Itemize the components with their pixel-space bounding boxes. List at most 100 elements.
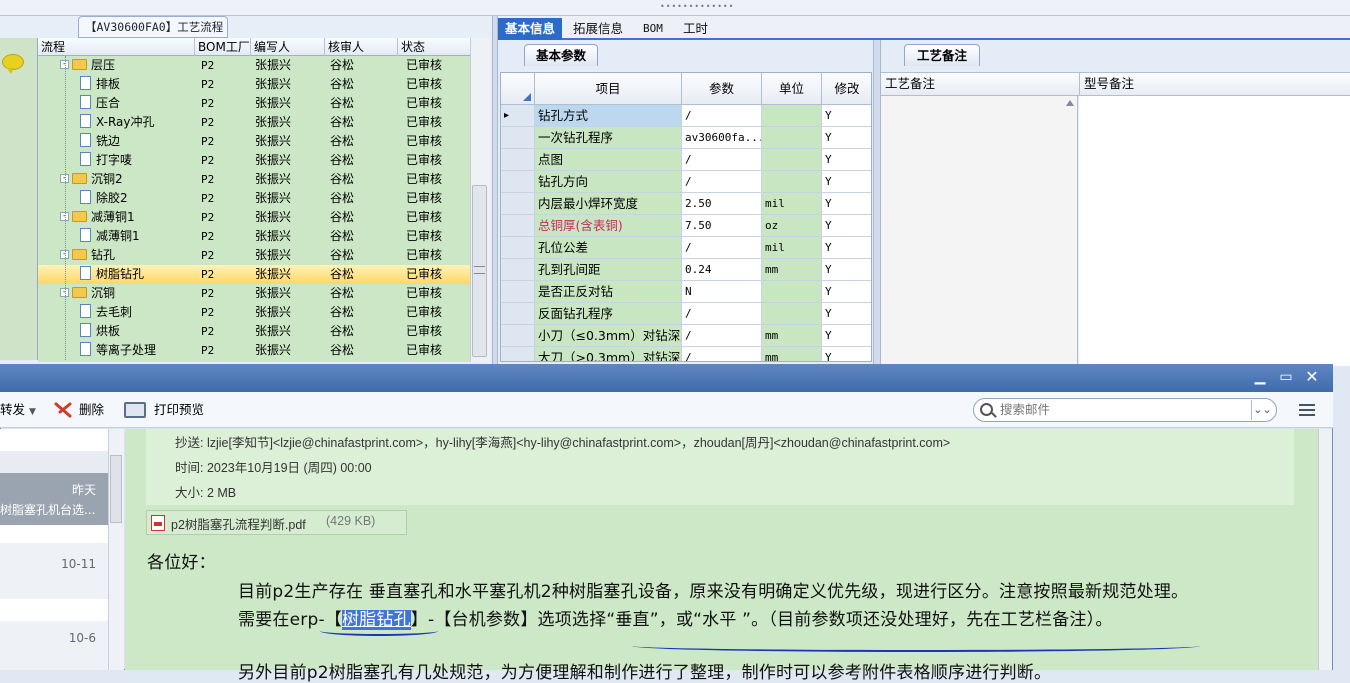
row-header[interactable] xyxy=(501,281,535,303)
mail-search-input[interactable] xyxy=(1000,399,1248,421)
tree-row[interactable]: - 沉铜2 P2 张振兴 谷松 已审核 xyxy=(38,170,470,189)
param-unit-cell[interactable]: mm xyxy=(762,325,822,347)
model-remark-field[interactable] xyxy=(1079,96,1350,366)
col-header-flow[interactable]: 流程 xyxy=(38,38,195,56)
param-value-cell[interactable]: / xyxy=(682,237,762,259)
param-row[interactable]: 总铜厚(含表铜) 7.50 oz Y xyxy=(501,215,871,237)
param-modify-cell[interactable]: Y xyxy=(822,303,871,325)
param-row[interactable]: 孔到孔间距 0.24 mm Y xyxy=(501,259,871,281)
col-header-value[interactable]: 参数 xyxy=(682,73,762,105)
row-header[interactable] xyxy=(501,325,535,347)
maximize-icon[interactable]: ▭ xyxy=(1276,368,1296,386)
tree-node[interactable]: 等离子处理 xyxy=(80,341,156,360)
close-icon[interactable]: ✕ xyxy=(1302,368,1322,386)
tree-row[interactable]: 减薄铜1 P2 张振兴 谷松 已审核 xyxy=(38,227,470,246)
tree-node[interactable]: 减薄铜1 xyxy=(80,227,140,246)
print-icon[interactable] xyxy=(124,402,146,418)
tree-row[interactable]: 除胶2 P2 张振兴 谷松 已审核 xyxy=(38,189,470,208)
param-modify-cell[interactable]: Y xyxy=(822,237,871,259)
tree-node[interactable]: 树脂钻孔 xyxy=(80,265,144,284)
param-row[interactable]: 小刀（≤0.3mm）对钻深度 / mm Y xyxy=(501,325,871,347)
tree-node[interactable]: 除胶2 xyxy=(80,189,128,208)
param-value-cell[interactable]: / xyxy=(682,149,762,171)
tree-row[interactable]: 等离子处理 P2 张振兴 谷松 已审核 xyxy=(38,341,470,360)
tree-row[interactable]: - 钻孔 P2 张振兴 谷松 已审核 xyxy=(38,246,470,265)
param-modify-cell[interactable]: Y xyxy=(822,281,871,303)
param-unit-cell[interactable]: mm xyxy=(762,347,822,361)
tree-node[interactable]: 排板 xyxy=(80,75,120,94)
param-unit-cell[interactable]: mil xyxy=(762,237,822,259)
mail-list-scrollbar-thumb[interactable] xyxy=(110,455,122,523)
param-modify-cell[interactable]: Y xyxy=(822,325,871,347)
search-options-icon[interactable]: ⌄⌄ xyxy=(1251,400,1273,420)
param-unit-cell[interactable]: mil xyxy=(762,193,822,215)
row-header[interactable] xyxy=(501,347,535,361)
tree-node[interactable]: - 层压 xyxy=(60,56,115,75)
param-unit-cell[interactable]: oz xyxy=(762,215,822,237)
tab-basic-info[interactable]: 基本信息 xyxy=(498,18,563,40)
list-item[interactable] xyxy=(0,525,108,543)
col-header-reviewer[interactable]: 核审人 xyxy=(325,38,398,56)
param-modify-cell[interactable]: Y xyxy=(822,105,871,127)
param-row[interactable]: 孔位公差 / mil Y xyxy=(501,237,871,259)
param-modify-cell[interactable]: Y xyxy=(822,127,871,149)
delete-icon[interactable] xyxy=(54,402,72,418)
tree-row[interactable]: - 层压 P2 张振兴 谷松 已审核 xyxy=(38,56,470,75)
param-value-cell[interactable]: / xyxy=(682,303,762,325)
tree-node[interactable]: 烘板 xyxy=(80,322,120,341)
param-row[interactable]: 是否正反对钻 N Y xyxy=(501,281,871,303)
chat-bubble-icon[interactable] xyxy=(2,54,24,74)
col-header-item[interactable]: 项目 xyxy=(535,73,682,105)
col-header-unit[interactable]: 单位 xyxy=(762,73,822,105)
list-item[interactable]: 10-11 xyxy=(0,543,108,599)
row-header[interactable] xyxy=(501,215,535,237)
row-header[interactable] xyxy=(501,259,535,281)
param-modify-cell[interactable]: Y xyxy=(822,193,871,215)
tab-craft-remarks[interactable]: 工艺备注 xyxy=(904,44,980,66)
tree-row[interactable]: - 沉铜 P2 张振兴 谷松 已审核 xyxy=(38,284,470,303)
tree-node[interactable]: X-Ray冲孔 xyxy=(80,113,154,132)
tree-row[interactable]: 排板 P2 张振兴 谷松 已审核 xyxy=(38,75,470,94)
list-item[interactable]: 10-6 xyxy=(0,621,108,670)
param-modify-cell[interactable]: Y xyxy=(822,259,871,281)
param-unit-cell[interactable]: mm xyxy=(762,259,822,281)
tree-node[interactable]: 压合 xyxy=(80,94,120,113)
email-titlebar[interactable] xyxy=(0,364,1333,392)
craft-remark-field[interactable] xyxy=(881,96,1078,366)
tree-node[interactable]: 铣边 xyxy=(80,132,120,151)
param-value-cell[interactable]: / xyxy=(682,105,762,127)
param-unit-cell[interactable] xyxy=(762,281,822,303)
param-row[interactable]: ▸ 钻孔方式 / Y xyxy=(501,105,871,127)
mail-item-selected[interactable]: 昨天 树脂塞孔机台选... xyxy=(0,473,108,525)
forward-button[interactable]: 转发 ▼ xyxy=(0,392,36,428)
param-modify-cell[interactable]: Y xyxy=(822,347,871,361)
minimize-icon[interactable]: ▁ xyxy=(1250,368,1270,386)
row-header[interactable] xyxy=(501,303,535,325)
param-value-cell[interactable]: / xyxy=(682,347,762,361)
tree-row[interactable]: 打字唛 P2 张振兴 谷松 已审核 xyxy=(38,151,470,170)
param-unit-cell[interactable] xyxy=(762,303,822,325)
param-modify-cell[interactable]: Y xyxy=(822,215,871,237)
grid-corner[interactable] xyxy=(501,73,535,105)
tab-bom[interactable]: BOM xyxy=(636,18,670,40)
param-value-cell[interactable]: / xyxy=(682,325,762,347)
row-header[interactable] xyxy=(501,149,535,171)
list-item[interactable] xyxy=(0,429,108,447)
delete-button[interactable]: 删除 xyxy=(79,392,104,428)
col-header-model-remark[interactable]: 型号备注 xyxy=(1079,73,1134,97)
param-value-cell[interactable]: 0.24 xyxy=(682,259,762,281)
tree-node[interactable]: - 沉铜2 xyxy=(60,170,123,189)
tree-node[interactable]: 去毛刺 xyxy=(80,303,132,322)
tab-extended-info[interactable]: 拓展信息 xyxy=(566,18,630,40)
col-header-bom-factory[interactable]: BOM工厂 xyxy=(195,38,251,56)
tree-row[interactable]: 铣边 P2 张振兴 谷松 已审核 xyxy=(38,132,470,151)
attachment-name[interactable]: p2树脂塞孔流程判断.pdf xyxy=(171,514,306,533)
tab-work-hours[interactable]: 工时 xyxy=(676,18,715,40)
param-unit-cell[interactable] xyxy=(762,171,822,193)
tree-row[interactable]: X-Ray冲孔 P2 张振兴 谷松 已审核 xyxy=(38,113,470,132)
row-header[interactable]: ▸ xyxy=(501,105,535,127)
param-unit-cell[interactable] xyxy=(762,105,822,127)
col-header-modify[interactable]: 修改 xyxy=(822,73,871,105)
panel-splitter-right[interactable] xyxy=(873,40,881,366)
scroll-up-icon[interactable] xyxy=(1066,100,1074,106)
